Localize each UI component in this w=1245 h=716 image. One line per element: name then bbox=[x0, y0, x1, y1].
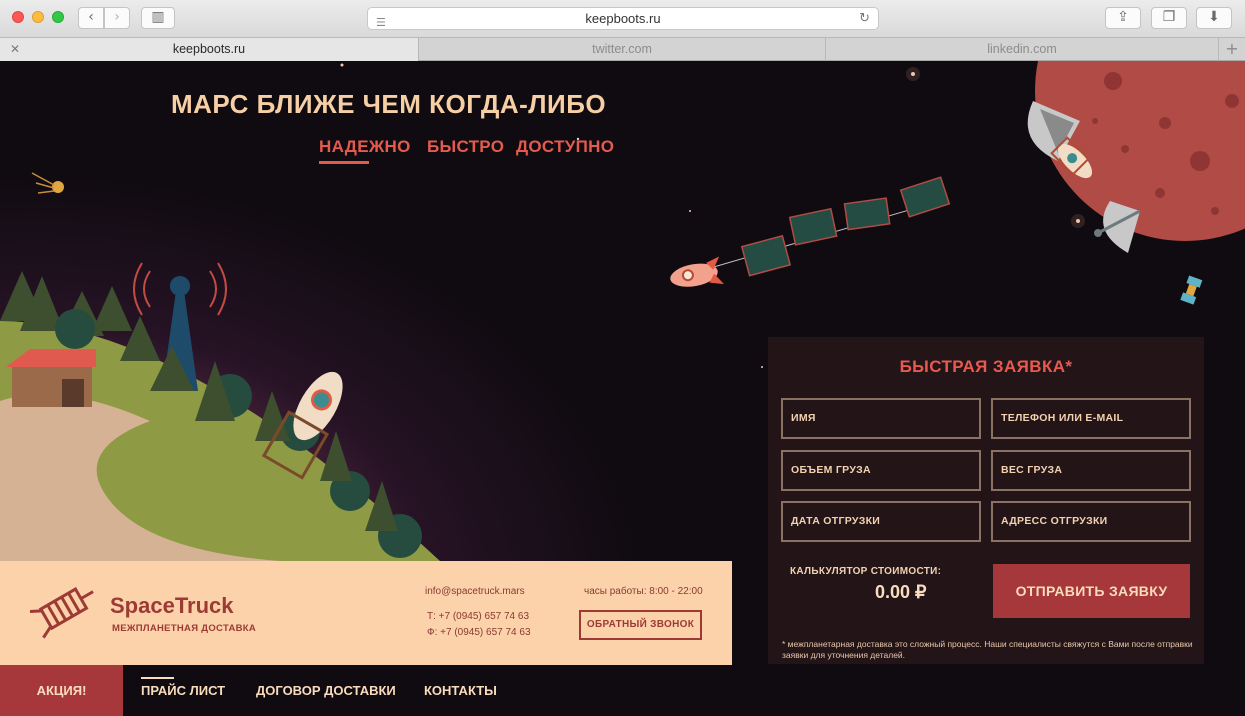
address-url: keepboots.ru bbox=[585, 11, 661, 26]
hero-title: МАРС БЛИЖЕ ЧЕМ КОГДА-ЛИБО bbox=[171, 89, 607, 119]
form-title: БЫСТРАЯ ЗАЯВКА* bbox=[899, 357, 1073, 376]
tagline-reliable[interactable]: НАДЕЖНО bbox=[319, 137, 411, 157]
chevron-left-icon: ‹ bbox=[88, 9, 94, 25]
tab-label: linkedin.com bbox=[987, 42, 1057, 56]
plus-icon: + bbox=[1225, 39, 1239, 58]
calculator-value: 0.00 ₽ bbox=[875, 582, 927, 602]
chevron-right-icon: › bbox=[114, 9, 120, 25]
callback-button[interactable]: ОБРАТНЫЙ ЗВОНОК bbox=[579, 610, 702, 640]
tagline-fast[interactable]: БЫСТРО bbox=[427, 137, 504, 157]
form-disclaimer: * межпланетарная доставка это сложный пр… bbox=[782, 639, 1193, 660]
reader-icon: ☰ bbox=[376, 16, 386, 29]
bottom-nav: АКЦИЯ! ПРАЙС ЛИСТ ДОГОВОР ДОСТАВКИ КОНТА… bbox=[0, 665, 1245, 716]
calculator-label: КАЛЬКУЛЯТОР СТОИМОСТИ: bbox=[790, 566, 942, 577]
reload-icon[interactable]: ↻ bbox=[859, 8, 870, 29]
landing-page: МАРС БЛИЖЕ ЧЕМ КОГДА-ЛИБО НАДЕЖНО БЫСТРО… bbox=[0, 61, 1245, 716]
downloads-button[interactable]: ⬇ bbox=[1196, 7, 1232, 29]
submit-request-button[interactable]: ОТПРАВИТЬ ЗАЯВКУ bbox=[993, 564, 1190, 618]
close-icon[interactable]: ✕ bbox=[10, 38, 20, 61]
sidebar-icon: ▥ bbox=[151, 9, 165, 25]
cargo-volume-field[interactable]: ОБЪЕМ ГРУЗА bbox=[781, 450, 981, 491]
contact-fax: Ф: +7 (0945) 657 74 63 bbox=[427, 627, 531, 638]
small-satellite bbox=[1180, 275, 1203, 305]
window-close-button[interactable] bbox=[12, 11, 24, 23]
share-button[interactable]: ⇪ bbox=[1105, 7, 1141, 29]
quick-request-form: БЫСТРАЯ ЗАЯВКА* ИМЯ ТЕЛЕФОН ИЛИ E-MAIL О… bbox=[768, 337, 1204, 664]
hut bbox=[6, 349, 96, 407]
tab-keepboots[interactable]: ✕ keepboots.ru bbox=[0, 38, 419, 61]
truck-logo-icon bbox=[30, 587, 94, 639]
cargo-train bbox=[670, 176, 951, 287]
name-field[interactable]: ИМЯ bbox=[781, 398, 981, 439]
tagline-active-underline bbox=[319, 161, 369, 164]
nav-delivery-contract[interactable]: ДОГОВОР ДОСТАВКИ bbox=[256, 665, 396, 716]
tagline-affordable[interactable]: ДОСТУПНО bbox=[516, 137, 614, 157]
working-hours: часы работы: 8:00 - 22:00 bbox=[584, 586, 703, 597]
window-minimize-button[interactable] bbox=[32, 11, 44, 23]
contact-phone: Т: +7 (0945) 657 74 63 bbox=[427, 611, 530, 622]
sputnik bbox=[31, 172, 64, 194]
cargo-weight-field[interactable]: ВЕС ГРУЗА bbox=[991, 450, 1191, 491]
nav-promo[interactable]: АКЦИЯ! bbox=[0, 665, 123, 716]
shipment-date-field[interactable]: ДАТА ОТГРУЗКИ bbox=[781, 501, 981, 542]
share-icon: ⇪ bbox=[1117, 9, 1129, 25]
back-button[interactable]: ‹ bbox=[78, 7, 104, 29]
window-zoom-button[interactable] bbox=[52, 11, 64, 23]
brand-tagline: МЕЖПЛАНЕТНАЯ ДОСТАВКА bbox=[112, 623, 257, 634]
new-tab-button[interactable]: + bbox=[1219, 38, 1245, 61]
brand-name[interactable]: SpaceTruck bbox=[110, 593, 234, 619]
forward-button[interactable]: › bbox=[104, 7, 130, 29]
tab-label: twitter.com bbox=[592, 42, 652, 56]
tabs-overview-button[interactable]: ❐ bbox=[1151, 7, 1187, 29]
tab-bar: ✕ keepboots.ru twitter.com linkedin.com … bbox=[0, 38, 1245, 61]
browser-toolbar: ‹ › ▥ ☰ keepboots.ru ↻ ⇪ ❐ ⬇ bbox=[0, 0, 1245, 38]
tab-linkedin[interactable]: linkedin.com bbox=[826, 38, 1219, 61]
nav-contacts[interactable]: КОНТАКТЫ bbox=[424, 665, 497, 716]
address-bar[interactable]: ☰ keepboots.ru ↻ bbox=[367, 7, 879, 30]
tab-twitter[interactable]: twitter.com bbox=[419, 38, 826, 61]
company-info-bar: SpaceTruck МЕЖПЛАНЕТНАЯ ДОСТАВКА info@sp… bbox=[0, 561, 732, 665]
contact-email[interactable]: info@spacetruck.mars bbox=[425, 586, 525, 597]
download-icon: ⬇ bbox=[1208, 9, 1220, 25]
nav-price-list[interactable]: ПРАЙС ЛИСТ bbox=[141, 665, 225, 716]
shipment-address-field[interactable]: АДРЕСС ОТГРУЗКИ bbox=[991, 501, 1191, 542]
tabs-icon: ❐ bbox=[1162, 9, 1176, 25]
sidebar-toggle-button[interactable]: ▥ bbox=[141, 7, 175, 29]
contact-field[interactable]: ТЕЛЕФОН ИЛИ E-MAIL bbox=[991, 398, 1191, 439]
tab-label: keepboots.ru bbox=[172, 42, 246, 56]
